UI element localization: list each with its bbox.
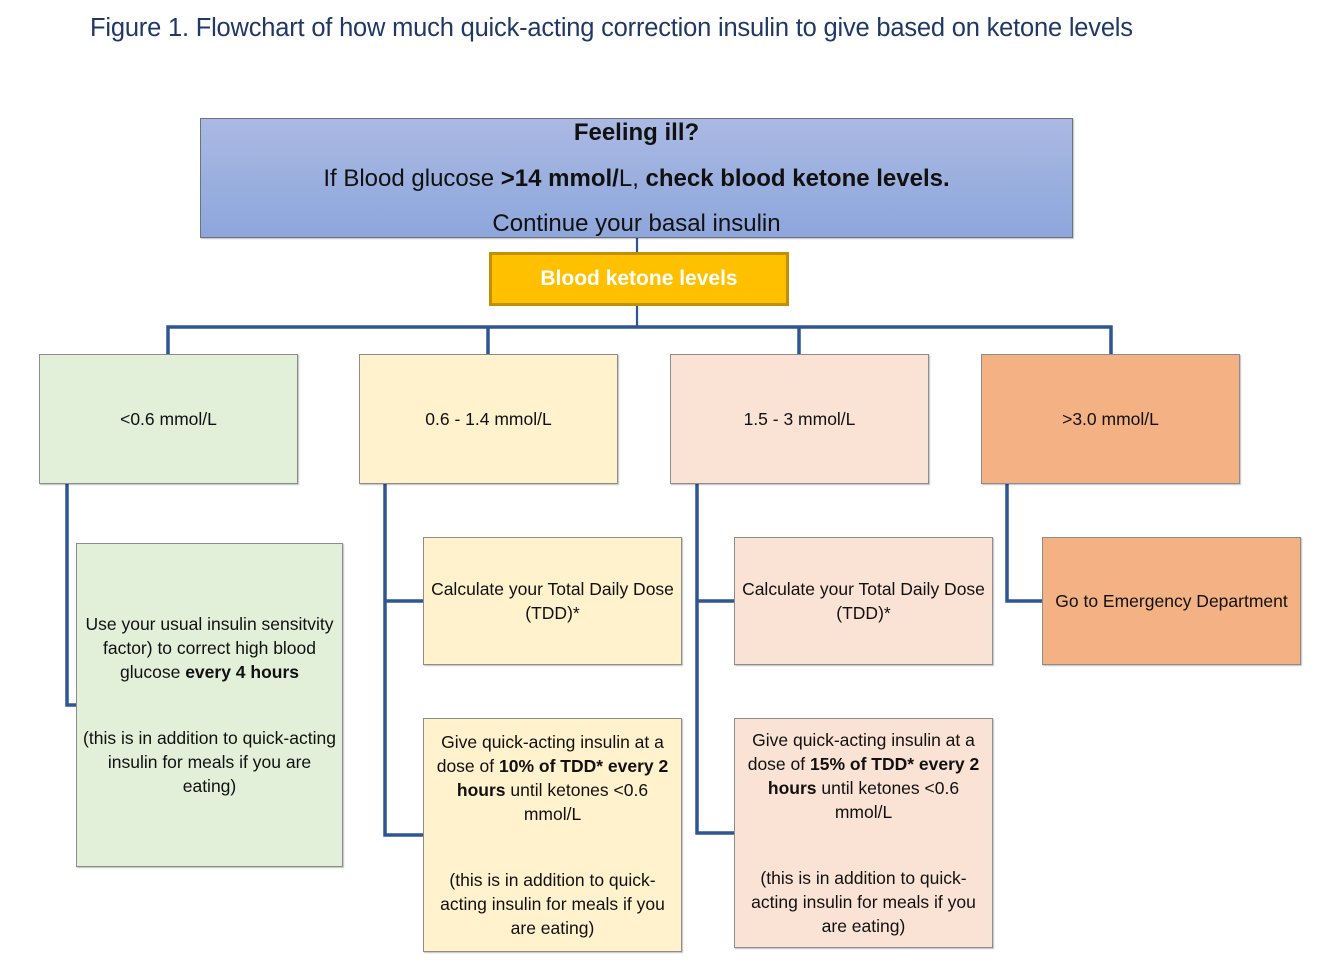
action-box-calculate-tdd-high: Calculate your Total Daily Dose (TDD)* xyxy=(734,537,993,665)
action-text: Give quick-acting insulin at a dose of 1… xyxy=(428,730,677,826)
connector-bus xyxy=(166,325,1113,354)
connector-level-3-to-dose xyxy=(695,484,735,835)
action-text-frequency: every 4 hours xyxy=(185,662,299,682)
action-note: (this is in addition to quick-acting ins… xyxy=(440,870,665,938)
level-box-below-0-6: <0.6 mmol/L xyxy=(39,354,298,484)
action-text-until: until ketones <0.6 mmol/L xyxy=(505,780,649,824)
action-box-correct-glucose: Use your usual insulin sensitvity factor… xyxy=(76,543,343,867)
start-instruction: If Blood glucose >14 mmol/L, check blood… xyxy=(323,165,949,193)
action-box-emergency-department: Go to Emergency Department xyxy=(1042,537,1301,665)
action-dose: 15% of TDD* xyxy=(810,754,915,774)
connector-level-2-to-dose xyxy=(383,484,424,837)
action-text: Use your usual insulin sensitvity factor… xyxy=(81,612,338,684)
start-box-feeling-ill: Feeling ill? If Blood glucose >14 mmol/L… xyxy=(200,118,1073,238)
action-box-dose-10-percent: Give quick-acting insulin at a dose of 1… xyxy=(423,718,682,952)
start-basal-note: Continue your basal insulin xyxy=(492,210,781,237)
level-box-above-3-0: >3.0 mmol/L xyxy=(981,354,1240,484)
action-box-dose-15-percent: Give quick-acting insulin at a dose of 1… xyxy=(734,718,993,948)
ketone-levels-box: Blood ketone levels xyxy=(489,252,789,306)
action-text: Give quick-acting insulin at a dose of 1… xyxy=(739,728,988,824)
level-box-1-5-to-3: 1.5 - 3 mmol/L xyxy=(670,354,929,484)
action-box-calculate-tdd-moderate: Calculate your Total Daily Dose (TDD)* xyxy=(423,537,682,665)
action-text-until: until ketones <0.6 mmol/L xyxy=(816,778,960,822)
instruction-action: check blood ketone levels. xyxy=(645,164,950,192)
connector-level-4-to-emergency xyxy=(1005,484,1043,603)
instruction-threshold: >14 mmol/ xyxy=(500,164,619,192)
level-box-0-6-to-1-4: 0.6 - 1.4 mmol/L xyxy=(359,354,618,484)
start-heading: Feeling ill? xyxy=(573,119,700,146)
instruction-text: L, xyxy=(618,164,646,192)
instruction-text: If Blood glucose xyxy=(323,164,501,192)
action-note: (this is in addition to quick-acting ins… xyxy=(751,868,976,936)
action-note: (this is in addition to quick-acting ins… xyxy=(83,728,336,796)
action-dose: 10% of TDD* xyxy=(499,756,604,776)
